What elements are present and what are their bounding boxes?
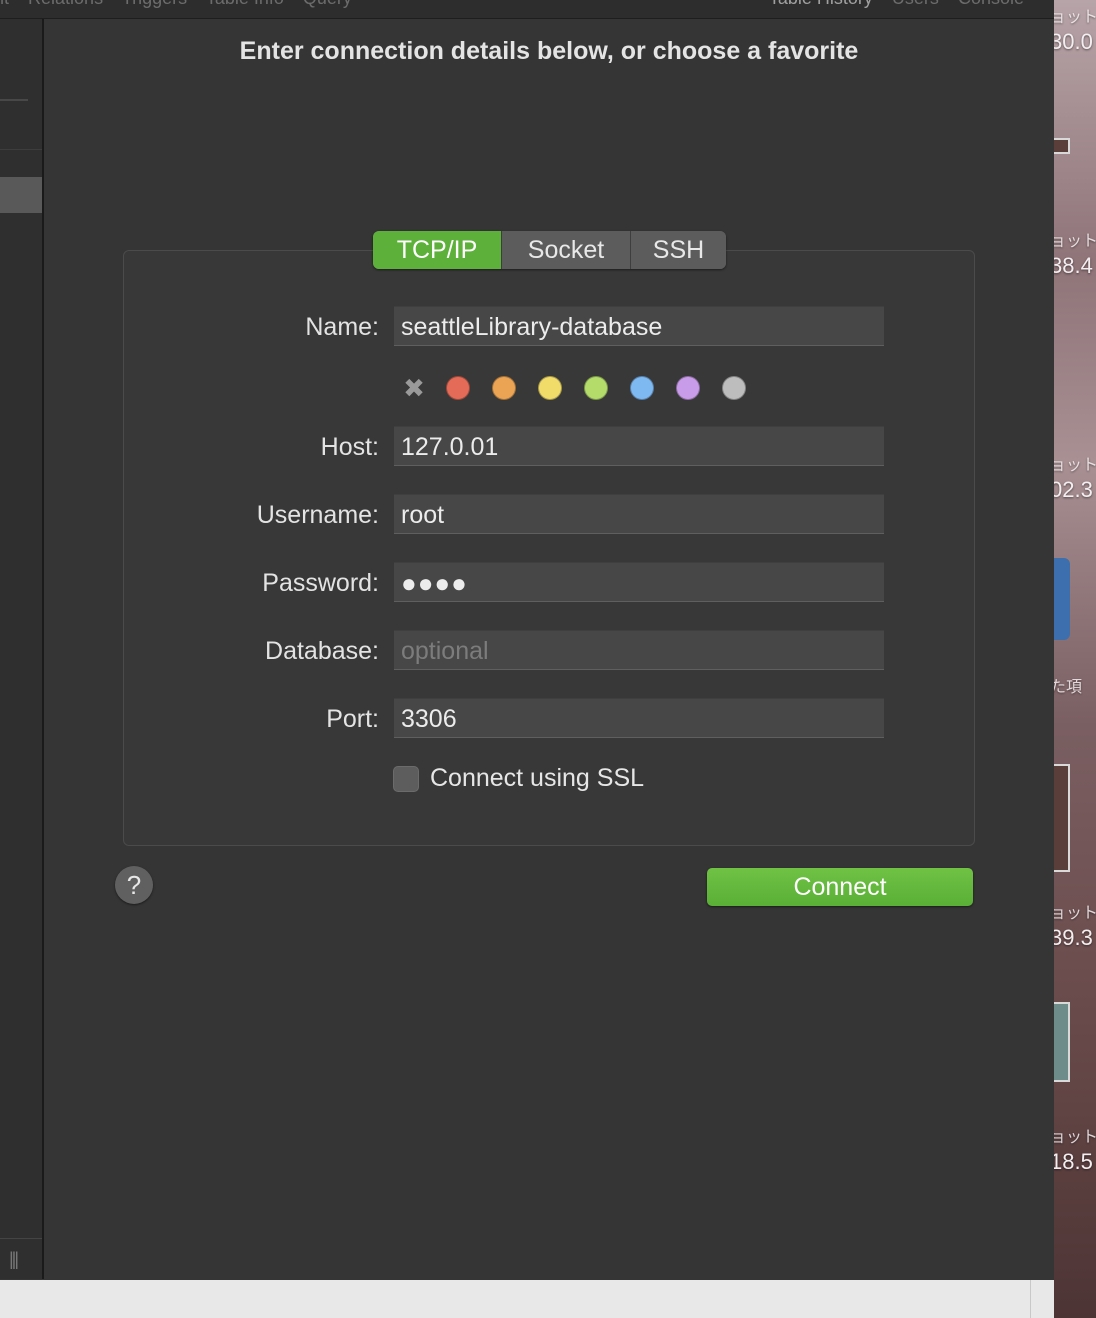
desktop-thumbnail[interactable]	[1054, 764, 1070, 872]
username-label: Username:	[256, 501, 379, 529]
host-label: Host:	[320, 433, 379, 461]
color-gray-swatch[interactable]	[722, 376, 746, 400]
port-label: Port:	[326, 705, 379, 733]
host-row: Host: 127.0.01	[124, 426, 974, 468]
color-green-swatch[interactable]	[584, 376, 608, 400]
resize-grip-icon[interactable]: |||	[9, 1249, 19, 1270]
help-button[interactable]: ?	[115, 866, 153, 904]
tab-users[interactable]: Users	[892, 0, 939, 8]
desktop-item-label: ョット	[1054, 457, 1096, 474]
connection-window: nt Relations Triggers Table Info Query T…	[0, 0, 1054, 1280]
sidebar-divider	[0, 99, 28, 101]
sidebar-footer: |||	[0, 1238, 42, 1279]
desktop-thumbnail[interactable]	[1054, 1002, 1070, 1082]
database-field[interactable]: optional	[394, 630, 884, 670]
connect-button[interactable]: Connect	[707, 868, 973, 906]
name-label: Name:	[305, 313, 379, 341]
status-strip	[0, 1280, 1054, 1318]
ssl-option: Connect using SSL	[393, 764, 644, 793]
desktop-item-caption: 18.5	[1054, 1149, 1093, 1174]
color-red-swatch[interactable]	[446, 376, 470, 400]
desktop-item-label: ョット	[1054, 233, 1096, 250]
desktop-item-label: ョット	[1054, 1129, 1096, 1146]
desktop-item-caption: 02.3	[1054, 477, 1093, 502]
desktop-thumbnail[interactable]	[1054, 138, 1070, 154]
tab-socket[interactable]: Socket	[502, 231, 631, 269]
ssl-checkbox-label[interactable]: Connect using SSL	[430, 764, 644, 793]
port-row: Port: 3306	[124, 698, 974, 740]
password-label: Password:	[262, 569, 379, 597]
page-title: Enter connection details below, or choos…	[239, 37, 859, 65]
desktop-item-caption: 39.3	[1054, 925, 1093, 950]
tab-table-info[interactable]: Table Info	[206, 0, 284, 8]
tab-table-history[interactable]: Table History	[769, 0, 873, 8]
host-field[interactable]: 127.0.01	[394, 426, 884, 466]
clear-color-icon[interactable]: ✖	[400, 374, 428, 402]
desktop-item[interactable]: た項	[1054, 676, 1096, 700]
name-row: Name: seattleLibrary-database	[124, 306, 974, 348]
name-field[interactable]: seattleLibrary-database	[394, 306, 884, 346]
toolbar-tabs: nt Relations Triggers Table Info Query T…	[0, 0, 1054, 19]
desktop-item[interactable]: ョット 02.3	[1054, 454, 1096, 502]
connection-type-tabs: TCP/IP Socket SSH	[373, 231, 726, 269]
username-row: Username: root	[124, 494, 974, 536]
desktop-item-label: ョット	[1054, 9, 1096, 26]
tab-query[interactable]: Query	[303, 0, 352, 8]
tab-console[interactable]: Console	[958, 0, 1024, 8]
color-orange-swatch[interactable]	[492, 376, 516, 400]
desktop-folder-icon[interactable]	[1054, 558, 1070, 640]
tab-relations[interactable]: Relations	[28, 0, 103, 8]
sidebar-divider	[0, 149, 42, 150]
desktop-item[interactable]: ョット 30.0	[1054, 6, 1096, 54]
sidebar: |||	[0, 19, 44, 1279]
desktop-background: ョット 30.0 ョット 38.4 ョット 02.3 た項 ョット 39.3 ョ…	[1054, 0, 1096, 1318]
desktop-item[interactable]: ョット 18.5	[1054, 1126, 1096, 1174]
desktop-item-caption: 30.0	[1054, 29, 1093, 54]
database-label: Database:	[265, 637, 379, 665]
tab-triggers[interactable]: Triggers	[122, 0, 187, 8]
sidebar-selected-item[interactable]	[0, 177, 42, 213]
password-field[interactable]: ●●●●	[394, 562, 884, 602]
desktop-item[interactable]: ョット 39.3	[1054, 902, 1096, 950]
color-blue-swatch[interactable]	[630, 376, 654, 400]
desktop-item-caption: 38.4	[1054, 253, 1093, 278]
ssl-checkbox[interactable]	[393, 765, 419, 792]
port-field[interactable]: 3306	[394, 698, 884, 738]
username-field[interactable]: root	[394, 494, 884, 534]
desktop-item[interactable]: ョット 38.4	[1054, 230, 1096, 278]
desktop-item-label: た項	[1054, 679, 1083, 696]
color-yellow-swatch[interactable]	[538, 376, 562, 400]
color-picker: ✖	[400, 374, 768, 402]
database-row: Database: optional	[124, 630, 974, 672]
status-divider	[1030, 1280, 1031, 1318]
desktop-item-label: ョット	[1054, 905, 1096, 922]
tab-tcp-ip[interactable]: TCP/IP	[373, 231, 502, 269]
tab-content-partial[interactable]: nt	[0, 0, 9, 8]
color-purple-swatch[interactable]	[676, 376, 700, 400]
tab-ssh[interactable]: SSH	[631, 231, 726, 269]
password-row: Password: ●●●●	[124, 562, 974, 604]
